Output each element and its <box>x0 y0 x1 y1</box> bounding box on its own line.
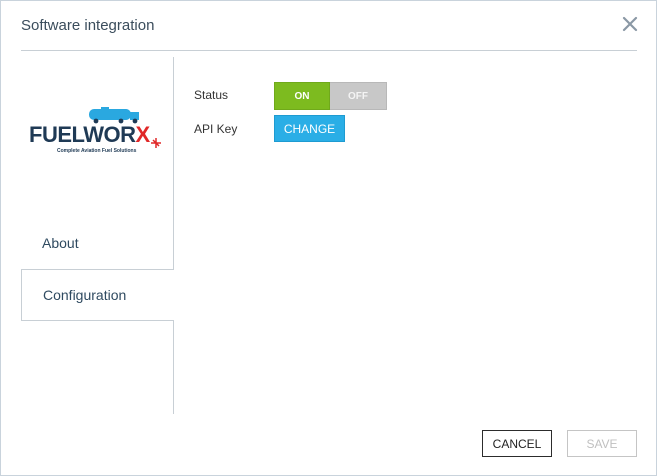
change-api-key-button[interactable]: CHANGE <box>274 115 345 142</box>
fuel-truck-icon <box>89 107 139 124</box>
sidebar-item-about[interactable]: About <box>21 217 174 268</box>
logo-tagline: Complete Aviation Fuel Solutions <box>57 148 137 154</box>
sidebar-item-label: About <box>42 234 79 251</box>
sidebar-item-configuration[interactable]: Configuration <box>21 269 174 321</box>
status-off-option[interactable]: OFF <box>330 82 387 110</box>
dialog-title: Software integration <box>21 17 155 34</box>
header-divider <box>21 50 637 51</box>
sidebar-item-label: Configuration <box>43 287 127 303</box>
status-on-option[interactable]: ON <box>274 82 330 110</box>
logo-graphic: FUELWORX Complete Aviation Fuel Solution… <box>29 107 161 154</box>
status-toggle[interactable]: ON OFF <box>274 82 387 110</box>
software-integration-dialog: Software integration FUELWORX Complete A… <box>0 0 657 476</box>
sidebar-divider <box>173 320 174 414</box>
cancel-button[interactable]: CANCEL <box>482 430 552 457</box>
save-button[interactable]: SAVE <box>567 430 637 457</box>
api-key-label: API Key <box>194 122 238 136</box>
plane-icon <box>151 138 161 148</box>
close-icon[interactable] <box>621 15 639 33</box>
close-x-glyph <box>622 16 638 32</box>
fuelworx-logo: FUELWORX Complete Aviation Fuel Solution… <box>29 107 169 155</box>
status-label: Status <box>194 88 229 102</box>
logo-wordmark: FUELWORX <box>29 122 151 147</box>
